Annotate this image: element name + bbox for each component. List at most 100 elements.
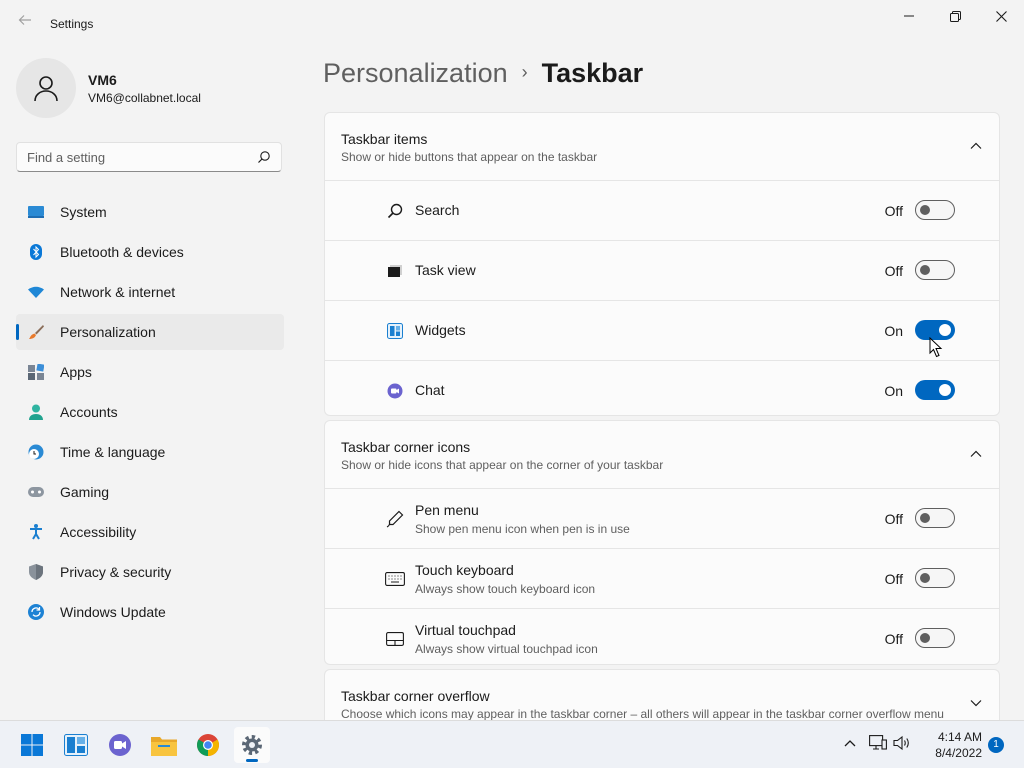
sidebar-item-accounts[interactable]: Accounts [16,394,284,430]
row-label: Task view [415,262,476,278]
search-row: Search Off [325,180,999,240]
sidebar-item-network[interactable]: Network & internet [16,274,284,310]
breadcrumb: Personalization › Taskbar [323,58,643,89]
taskbar-widgets-button[interactable] [58,727,94,763]
maximize-button[interactable] [932,4,978,28]
corner-overflow-section[interactable]: Taskbar corner overflow Choose which ico… [324,669,1000,720]
chat-row: Chat On [325,360,999,415]
start-button[interactable] [14,727,50,763]
network-tray-button[interactable] [868,733,888,753]
clock-time: 4:14 AM [937,730,982,744]
sidebar-item-label: Accessibility [60,524,137,540]
row-label: Chat [415,382,445,398]
toggle-state-text: On [884,323,903,339]
minimize-icon [904,15,914,17]
sidebar-item-label: Network & internet [60,284,176,300]
taskbar-chrome-button[interactable] [190,727,226,763]
toggle-state-text: Off [884,263,903,279]
pen-menu-toggle[interactable] [915,508,955,528]
task-view-row: Task view Off [325,240,999,300]
mouse-cursor-icon [929,337,943,358]
sidebar-nav: System Bluetooth & devices Network & int… [16,194,284,634]
chat-icon [109,734,131,756]
chevron-up-icon[interactable] [969,447,983,461]
sidebar-item-windows-update[interactable]: Windows Update [16,594,284,630]
sidebar-item-personalization[interactable]: Personalization [16,314,284,350]
task-view-toggle[interactable] [915,260,955,280]
widgets-icon [385,321,405,341]
touch-keyboard-toggle[interactable] [915,568,955,588]
taskbar-chat-button[interactable] [102,727,138,763]
notification-badge[interactable]: 1 [988,737,1004,753]
volume-icon [893,735,909,751]
back-button[interactable] [14,12,36,34]
title-bar: Settings [0,0,1024,48]
search-icon[interactable] [257,150,271,164]
app-title: Settings [50,17,94,31]
file-explorer-icon [151,737,177,756]
volume-tray-button[interactable] [892,733,912,753]
wifi-icon [28,284,44,300]
sidebar-item-label: Time & language [60,444,166,460]
taskbar-items-header[interactable]: Taskbar items Show or hide buttons that … [325,113,999,180]
section-title: Taskbar items [341,131,428,147]
search-box[interactable] [16,142,282,172]
search-toggle[interactable] [915,200,955,220]
shield-icon [28,564,44,580]
section-title: Taskbar corner overflow [341,688,490,704]
sidebar-item-time-language[interactable]: Time & language [16,434,284,470]
globe-clock-icon [28,444,44,460]
avatar [16,58,76,118]
system-icon [28,204,44,220]
gamepad-icon [28,484,44,500]
virtual-touchpad-toggle[interactable] [915,628,955,648]
taskbar-items-section: Taskbar items Show or hide buttons that … [324,112,1000,416]
row-description: Show pen menu icon when pen is in use [415,522,630,536]
user-profile[interactable]: VM6 VM6@collabnet.local [16,58,286,118]
person-icon [28,404,44,420]
toggle-state-text: On [884,383,903,399]
start-icon [21,734,43,756]
sidebar-item-apps[interactable]: Apps [16,354,284,390]
sidebar-item-gaming[interactable]: Gaming [16,474,284,510]
virtual-touchpad-row: Virtual touchpad Always show virtual tou… [325,608,999,664]
settings-icon [242,735,262,755]
widgets-row: Widgets On [325,300,999,360]
sidebar-item-accessibility[interactable]: Accessibility [16,514,284,550]
sidebar-item-system[interactable]: System [16,194,284,230]
taskbar-settings-button[interactable] [234,727,270,763]
corner-icons-header[interactable]: Taskbar corner icons Show or hide icons … [325,421,999,488]
chevron-up-icon[interactable] [969,139,983,153]
keyboard-icon [385,569,405,589]
taskbar-file-explorer-button[interactable] [146,727,182,763]
close-icon [995,10,1007,22]
row-label: Pen menu [415,502,479,518]
show-hidden-icons-button[interactable] [840,733,860,753]
search-input[interactable] [27,143,247,171]
toggle-state-text: Off [884,511,903,527]
chat-toggle[interactable] [915,380,955,400]
sidebar-item-label: Apps [60,364,92,380]
restore-icon [949,10,961,22]
chat-icon [385,381,405,401]
person-icon [34,76,58,102]
clock-date: 8/4/2022 [935,746,982,760]
update-icon [28,604,44,620]
chevron-down-icon[interactable] [969,696,983,710]
sidebar-item-bluetooth[interactable]: Bluetooth & devices [16,234,284,270]
row-label: Search [415,202,460,218]
clock[interactable]: 4:14 AM 8/4/2022 [920,729,982,761]
minimize-button[interactable] [886,4,932,28]
sidebar-item-privacy[interactable]: Privacy & security [16,554,284,590]
sidebar-item-label: Privacy & security [60,564,172,580]
sidebar-item-label: Gaming [60,484,110,500]
breadcrumb-parent[interactable]: Personalization [323,58,508,88]
touch-keyboard-row: Touch keyboard Always show touch keyboar… [325,548,999,608]
section-subtitle: Choose which icons may appear in the tas… [341,707,944,720]
row-label: Touch keyboard [415,562,514,578]
close-button[interactable] [978,4,1024,28]
back-arrow-icon [18,15,31,25]
sidebar-item-label: Personalization [60,324,156,340]
taskbar: 4:14 AM 8/4/2022 1 [0,720,1024,768]
row-label: Widgets [415,322,466,338]
